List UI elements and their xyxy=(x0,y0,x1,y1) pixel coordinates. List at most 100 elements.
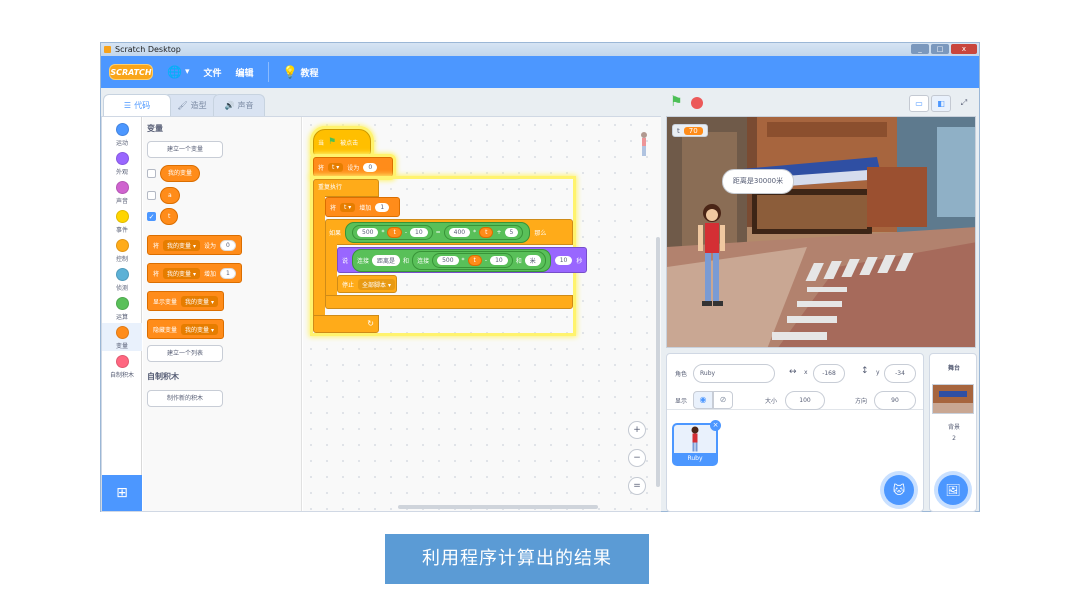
if-n3[interactable]: 400 xyxy=(448,227,471,237)
green-flag-button[interactable]: ⚑ xyxy=(670,94,686,110)
sprite-card-ruby[interactable]: × Ruby xyxy=(672,420,721,466)
var-a[interactable]: a xyxy=(160,187,180,204)
stop-dropdown[interactable]: 全部脚本 ▾ xyxy=(358,278,395,290)
add-extension-button[interactable]: ⊞ xyxy=(102,475,142,511)
set-t-block[interactable]: 将 t ▾ 设为 0 xyxy=(313,157,393,177)
say-expression[interactable]: 500 * t - 10 xyxy=(432,252,513,268)
close-button[interactable]: x xyxy=(951,44,977,54)
change-var-dropdown[interactable]: 我的变量 ▾ xyxy=(163,267,200,279)
small-stage-icon: ▭ xyxy=(915,99,923,108)
language-menu[interactable]: 🌐 ▾ xyxy=(167,65,189,79)
left-expression[interactable]: 500 * t - 10 xyxy=(352,224,433,240)
category-operators[interactable]: 运算 xyxy=(102,297,142,321)
category-looks[interactable]: 外观 xyxy=(102,152,142,176)
stop-block[interactable]: 停止 全部脚本 ▾ xyxy=(337,275,397,293)
change-t-value[interactable]: 1 xyxy=(375,202,390,212)
direction-input[interactable]: 90 xyxy=(874,391,916,410)
change-variable-block[interactable]: 将 我的变量 ▾ 增加 1 xyxy=(147,263,242,283)
if-n4[interactable]: 5 xyxy=(504,227,519,237)
workspace-hscrollbar[interactable] xyxy=(398,505,598,509)
zoom-out-button[interactable]: − xyxy=(628,449,646,467)
say-text[interactable]: 距离是 xyxy=(372,254,401,266)
if-n1[interactable]: 500 xyxy=(357,227,379,237)
stage-selector[interactable]: 舞台 背景 2 🖼 xyxy=(929,353,977,512)
normal-stage-button[interactable]: ◧ xyxy=(931,95,951,112)
small-stage-button[interactable]: ▭ xyxy=(909,95,929,112)
set-value-input[interactable]: 0 xyxy=(219,239,236,251)
say-n1[interactable]: 500 xyxy=(437,255,459,265)
stop-button[interactable] xyxy=(691,97,703,109)
when-flag-clicked-block[interactable]: 当 ⚑ 被点击 xyxy=(313,129,371,155)
say-n2[interactable]: 10 xyxy=(490,255,508,265)
category-sound[interactable]: 声音 xyxy=(102,181,142,205)
hide-var-dropdown[interactable]: 我的变量 ▾ xyxy=(181,323,218,335)
delete-sprite-icon[interactable]: × xyxy=(710,420,721,431)
say-secs[interactable]: 10 xyxy=(554,255,573,265)
choose-sprite-button[interactable]: 🐱 xyxy=(884,475,914,505)
var-t[interactable]: t xyxy=(160,208,179,225)
equals-operator[interactable]: 500 * t - 10 = 400 * t + 5 xyxy=(345,221,531,243)
script-workspace[interactable]: 当 ⚑ 被点击 将 t ▾ 设为 0 重复执行 ↻ 将 t ▾ 增加 1 如果 … xyxy=(303,117,661,511)
zoom-in-button[interactable]: + xyxy=(628,421,646,439)
var-checkbox-a[interactable] xyxy=(147,191,156,200)
category-my-blocks[interactable]: 自制积木 xyxy=(102,355,142,379)
stop-option: 全部脚本 xyxy=(362,281,387,289)
category-sensing[interactable]: 侦测 xyxy=(102,268,142,292)
say-v1[interactable]: t xyxy=(467,254,482,266)
change-t-prefix: 将 xyxy=(330,204,337,212)
sprite-card-name: Ruby xyxy=(674,453,716,464)
show-var-dropdown[interactable]: 我的变量 ▾ xyxy=(181,295,218,307)
show-sprite-button[interactable]: ◉ xyxy=(693,391,713,409)
change-t-block[interactable]: 将 t ▾ 增加 1 xyxy=(325,197,400,217)
stage-canvas[interactable]: t 70 距离是30000米 xyxy=(666,116,976,348)
make-list-button[interactable]: 建立一个列表 xyxy=(147,345,223,362)
var-checkbox-t[interactable]: ✓ xyxy=(147,212,156,221)
if-n2[interactable]: 10 xyxy=(410,227,428,237)
maximize-button[interactable]: □ xyxy=(931,44,949,54)
tab-sounds[interactable]: 🔊 声音 xyxy=(213,94,265,116)
var-checkbox-my-variable[interactable] xyxy=(147,169,156,178)
tutorials-menu[interactable]: 💡 教程 xyxy=(283,65,319,79)
x-arrows-icon: ↔ xyxy=(789,367,797,377)
workspace-vscrollbar[interactable] xyxy=(656,237,660,487)
var-my-variable[interactable]: 我的变量 xyxy=(160,165,201,182)
size-input[interactable]: 100 xyxy=(785,391,825,410)
say-unit[interactable]: 米 xyxy=(524,254,541,266)
category-menu: 运动 外观 声音 事件 控制 侦测 运算 变量 自制积木 ⊞ xyxy=(102,117,142,511)
choose-backdrop-button[interactable]: 🖼 xyxy=(938,475,968,505)
set-t-dropdown[interactable]: t ▾ xyxy=(328,162,344,172)
category-events[interactable]: 事件 xyxy=(102,210,142,234)
make-variable-button[interactable]: 建立一个变量 xyxy=(147,141,223,158)
edit-menu[interactable]: 编辑 xyxy=(236,66,254,79)
variable-monitor[interactable]: t 70 xyxy=(672,124,708,137)
file-menu[interactable]: 文件 xyxy=(203,66,221,79)
zoom-reset-button[interactable]: = xyxy=(628,477,646,495)
minimize-button[interactable]: _ xyxy=(911,44,929,54)
change-value-input[interactable]: 1 xyxy=(219,267,236,279)
if-v2[interactable]: t xyxy=(479,226,494,238)
if-op2: - xyxy=(404,228,407,236)
category-variables[interactable]: 变量 xyxy=(102,323,142,351)
say-for-secs-block[interactable]: 说 连接 距离是 和 连接 500 * t - 10 和 米 10 秒 xyxy=(337,247,587,273)
join-outer[interactable]: 连接 距离是 和 连接 500 * t - 10 和 米 xyxy=(352,248,551,272)
change-t-dropdown[interactable]: t ▾ xyxy=(340,202,356,212)
scratch-logo[interactable]: SCRATCH xyxy=(109,64,153,80)
sprite-name-input[interactable]: Ruby xyxy=(693,364,775,383)
join-inner[interactable]: 连接 500 * t - 10 和 米 xyxy=(412,250,546,270)
tab-code[interactable]: ☰ 代码 xyxy=(103,94,171,116)
x-input[interactable]: -168 xyxy=(813,364,845,383)
hide-variable-block[interactable]: 隐藏变量 我的变量 ▾ xyxy=(147,319,224,339)
make-block-button[interactable]: 制作新的积木 xyxy=(147,390,223,407)
set-variable-block[interactable]: 将 我的变量 ▾ 设为 0 xyxy=(147,235,242,255)
y-input[interactable]: -34 xyxy=(884,364,916,383)
right-expression[interactable]: 400 * t + 5 xyxy=(443,224,524,240)
fullscreen-button[interactable]: ⤢ xyxy=(954,95,974,112)
category-motion[interactable]: 运动 xyxy=(102,123,142,147)
hide-sprite-button[interactable]: ⊘ xyxy=(713,391,733,409)
category-control[interactable]: 控制 xyxy=(102,239,142,263)
speaker-icon: 🔊 xyxy=(224,101,235,110)
set-t-value[interactable]: 0 xyxy=(363,162,378,172)
set-var-dropdown[interactable]: 我的变量 ▾ xyxy=(163,239,200,251)
show-variable-block[interactable]: 显示变量 我的变量 ▾ xyxy=(147,291,224,311)
if-v1[interactable]: t xyxy=(387,226,402,238)
